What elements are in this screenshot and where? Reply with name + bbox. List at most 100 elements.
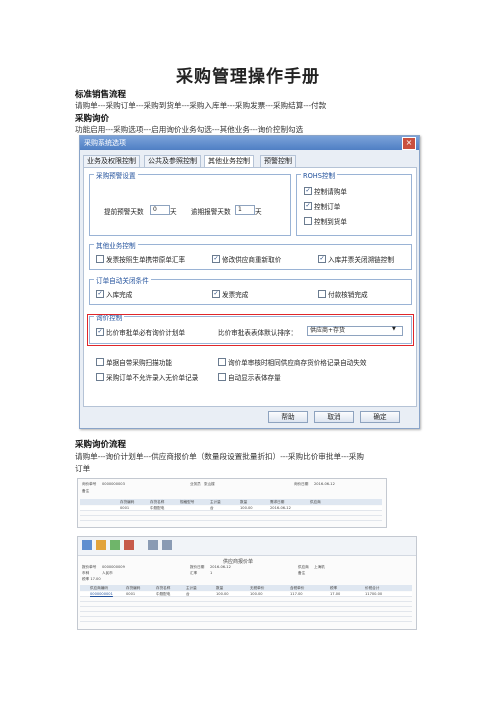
ok-button[interactable]: 确定 (360, 411, 400, 423)
s2-label: 税率 17.00 (82, 577, 101, 581)
dialog-title: 采购系统选项 (84, 139, 126, 147)
close-on-invoice-checkbox[interactable]: ✓ (212, 290, 220, 298)
requote-label: 修改供应商重新取价 (222, 256, 282, 264)
toolbar-save-icon[interactable] (82, 540, 92, 550)
rohs-arrival-checkbox[interactable] (304, 217, 312, 225)
s1-cell: 0001 (120, 506, 130, 510)
s1-col: 数量 (240, 500, 248, 504)
s2-cell-link[interactable]: 0000000001 (90, 592, 113, 596)
toolbar-print-icon[interactable] (148, 540, 158, 550)
s2-cell: 100.00 (216, 592, 229, 596)
s1-col: 规格型号 (180, 500, 195, 504)
scan-function-label: 单据自带采购扫描功能 (106, 359, 172, 367)
show-stock-checkbox[interactable] (218, 373, 226, 381)
s2-label: 币种 (82, 571, 90, 575)
dialog-titlebar (80, 136, 419, 150)
s2-window-title: 供应商报价单 (223, 559, 254, 565)
s1-col: 存货编码 (120, 500, 135, 504)
s1-value-staff: 张山楼 (204, 482, 215, 486)
rohs-arrival-label: 控制到货单 (314, 218, 347, 226)
inquiry-required-label: 比价审批单必有询价计划单 (106, 329, 186, 337)
s2-col: 价税合计 (365, 586, 380, 590)
chevron-down-icon[interactable]: ▼ (392, 326, 396, 332)
s2-value: 人民币 (102, 571, 113, 575)
document-title: 采购管理操作手册 (176, 67, 320, 87)
tab-other-business[interactable]: 其他业务控制 (204, 155, 254, 167)
s2-cell: 100.00 (250, 592, 263, 596)
s2-value: 0000000009 (102, 565, 125, 569)
rohs-order-checkbox[interactable]: ✓ (304, 202, 312, 210)
s1-col: 存货名称 (150, 500, 165, 504)
s1-label-no: 询价单号 (82, 482, 97, 486)
trace-control-checkbox[interactable]: ✓ (318, 255, 326, 263)
s1-cell: 2016-06-12 (270, 506, 291, 510)
s1-col: 主计量 (210, 500, 221, 504)
supplier-quote-screenshot: 供应商报价单 报价单号 0000000009 报价日期 2016-06-12 供… (77, 536, 417, 630)
section-heading-standard-flow: 标准销售流程 (75, 90, 127, 100)
close-on-payment-checkbox[interactable] (318, 290, 326, 298)
advance-days-unit: 天 (170, 208, 177, 216)
s2-col: 存货名称 (156, 586, 171, 590)
sort-order-label: 比价审批表表体默认排序： (218, 329, 298, 337)
s2-cell: 17.00 (330, 592, 341, 596)
tab-business-permission[interactable]: 业务及权限控制 (83, 155, 140, 167)
s2-table-header: 供应商编码 存货编码 存货名称 主计量 数量 无税单价 含税单价 税率 价税合计 (80, 585, 412, 591)
close-on-stockin-checkbox[interactable]: ✓ (96, 290, 104, 298)
table-row (80, 617, 412, 622)
advance-days-input[interactable]: 0 (150, 205, 170, 215)
s1-label-date: 询价日期 (294, 482, 309, 486)
section-text-inquiry: 功能启用---采购选项---启用询价业务勾选---其他业务---询价控制勾选 (75, 125, 304, 134)
options-dialog: 采购系统选项 × 业务及权限控制 公共及参照控制 其他业务控制 预警控制 采购预… (79, 135, 420, 429)
scan-function-checkbox[interactable] (96, 358, 104, 366)
s2-col: 税率 (330, 586, 338, 590)
s1-table-header: 存货编码 存货名称 规格型号 主计量 数量 需求日期 供应商 (80, 499, 382, 505)
s1-label-staff: 业务员 (190, 482, 201, 486)
s2-label: 报价日期 (190, 565, 205, 569)
no-price-record-label: 采购订单不允许录入无价单记录 (106, 374, 199, 382)
invoice-rate-checkbox[interactable] (96, 255, 104, 263)
section-heading-inquiry-flow: 采购询价流程 (75, 440, 127, 450)
s1-col: 需求日期 (270, 500, 285, 504)
close-on-payment-label: 付款核销完成 (328, 291, 368, 299)
toolbar-refresh-icon[interactable] (162, 540, 172, 550)
s2-value: 上海机 (314, 565, 325, 569)
rohs-order-label: 控制订单 (314, 203, 341, 211)
s2-col: 供应商编码 (90, 586, 108, 590)
tab-warning-control[interactable]: 预警控制 (260, 155, 296, 167)
sort-order-select[interactable]: 供应商+存货 (307, 326, 403, 336)
s2-label: 供应商 (298, 565, 309, 569)
inquiry-required-checkbox[interactable]: ✓ (96, 328, 104, 336)
rohs-requisition-label: 控制请购单 (314, 188, 347, 196)
options-panel: 采购预警设置 提前预警天数 0 天 逾期报警天数 1 天 ROHS控制 ✓ 控制… (83, 167, 417, 407)
section-heading-inquiry: 采购询价 (75, 114, 110, 124)
s2-value: 2016-06-12 (210, 565, 231, 569)
requote-checkbox[interactable]: ✓ (212, 255, 220, 263)
help-button[interactable]: 帮助 (268, 411, 308, 423)
toolbar-edit-icon[interactable] (96, 540, 106, 550)
section-text-standard-flow: 请购单---采购订单---采购到货单---采购入库单---采购发票---采购结算… (75, 101, 327, 110)
s2-cell: 117.00 (290, 592, 303, 596)
s2-value: 1 (210, 571, 213, 575)
s2-col: 存货编码 (126, 586, 141, 590)
trace-control-label: 入库并票关闭溯链控制 (328, 256, 394, 264)
toolbar-delete-icon[interactable] (124, 540, 134, 550)
price-expire-checkbox[interactable] (218, 358, 226, 366)
rohs-requisition-checkbox[interactable]: ✓ (304, 187, 312, 195)
no-price-record-checkbox[interactable] (96, 373, 104, 381)
s1-value-no: 0000000003 (102, 482, 125, 486)
cancel-button[interactable]: 取消 (314, 411, 354, 423)
overdue-days-unit: 天 (255, 208, 262, 216)
s2-cell: 11700.00 (365, 592, 383, 596)
tab-common-reference[interactable]: 公共及参照控制 (144, 155, 201, 167)
s2-col: 主计量 (186, 586, 197, 590)
group-rohs-label: ROHS控制 (301, 170, 338, 180)
s2-col: 含税单价 (290, 586, 305, 590)
toolbar-add-icon[interactable] (110, 540, 120, 550)
overdue-days-input[interactable]: 1 (235, 205, 255, 215)
close-icon[interactable]: × (402, 137, 416, 150)
group-purchase-warning (89, 174, 291, 236)
invoice-rate-label: 发票按照生单携带原单汇率 (106, 256, 186, 264)
overdue-days-label: 逾期报警天数 (191, 208, 231, 216)
inquiry-plan-screenshot: 询价单号 0000000003 业务员 张山楼 询价日期 2016-06-12 … (77, 478, 387, 528)
s1-value-date: 2016-06-12 (314, 482, 335, 486)
